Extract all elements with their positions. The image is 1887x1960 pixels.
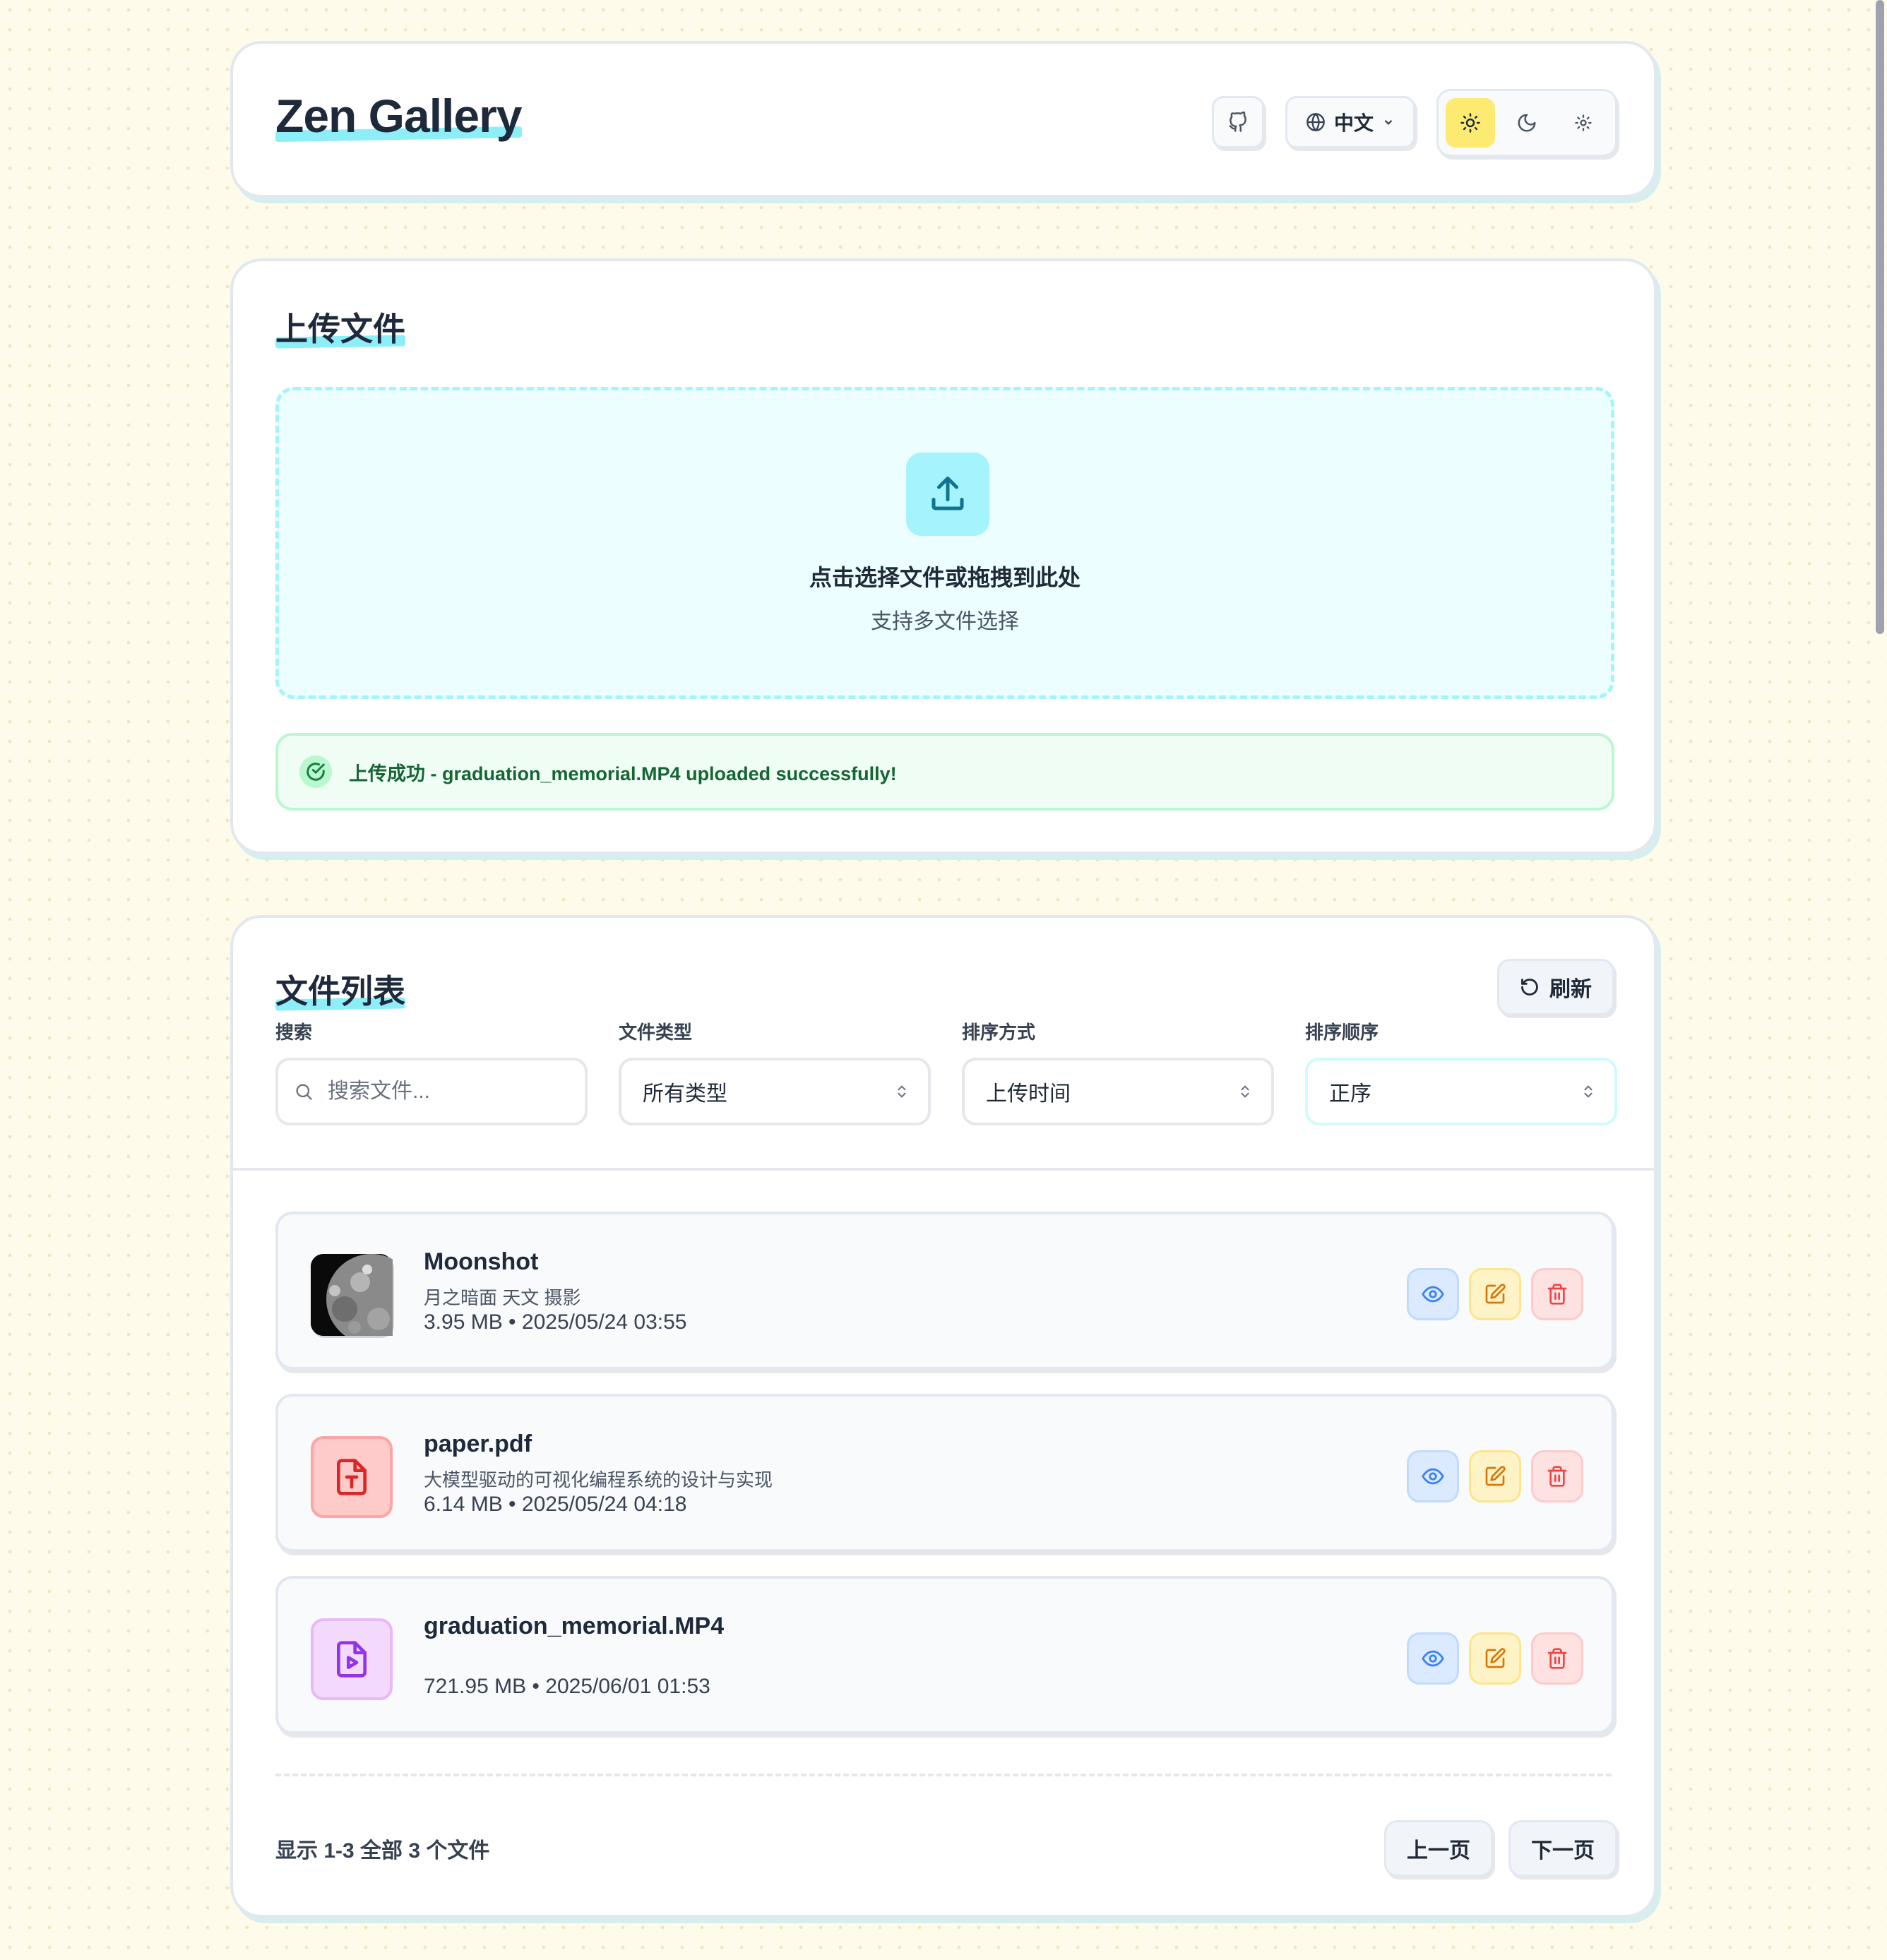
sort-order-select[interactable]: 正序 — [1305, 1058, 1617, 1125]
system-theme-icon — [1575, 114, 1592, 131]
delete-button[interactable] — [1531, 1268, 1583, 1320]
moon-icon — [1518, 114, 1536, 132]
sort-by-select[interactable]: 上传时间 — [962, 1058, 1274, 1125]
view-button[interactable] — [1407, 1632, 1459, 1685]
type-filter-label: 文件类型 — [619, 1022, 693, 1043]
view-button[interactable] — [1407, 1268, 1459, 1320]
edit-button[interactable] — [1469, 1268, 1521, 1320]
search-field — [275, 1058, 588, 1125]
eye-icon — [1422, 1650, 1444, 1667]
file-meta: 3.95 MB • 2025/05/24 03:55 — [424, 1310, 687, 1334]
trash-icon — [1547, 1284, 1567, 1305]
edit-icon — [1485, 1284, 1506, 1304]
refresh-label: 刷新 — [1549, 978, 1592, 1001]
theme-light-button[interactable] — [1446, 98, 1495, 148]
success-message: 上传成功 - graduation_memorial.MP4 uploaded … — [349, 763, 897, 784]
select-arrows-icon — [1584, 1085, 1593, 1098]
video-file-icon — [311, 1618, 393, 1700]
moon-photo-thumbnail — [311, 1254, 393, 1336]
upload-success-banner: 上传成功 - graduation_memorial.MP4 uploaded … — [275, 733, 1614, 811]
edit-button[interactable] — [1469, 1632, 1521, 1685]
file-row[interactable]: graduation_memorial.MP4 721.95 MB • 2025… — [275, 1576, 1614, 1734]
delete-button[interactable] — [1531, 1632, 1583, 1685]
view-button[interactable] — [1407, 1450, 1459, 1502]
filter-divider — [233, 1168, 1654, 1171]
sort-order-label: 排序顺序 — [1305, 1022, 1379, 1043]
search-input[interactable] — [326, 1079, 562, 1104]
file-meta: 721.95 MB • 2025/06/01 01:53 — [424, 1675, 710, 1698]
file-name: graduation_memorial.MP4 — [424, 1613, 725, 1639]
file-list-title: 文件列表 — [275, 966, 405, 1012]
sort-by-value: 上传时间 — [986, 1082, 1071, 1106]
check-circle-icon — [299, 755, 332, 788]
file-description: 大模型驱动的可视化编程系统的设计与实现 — [424, 1469, 773, 1490]
prev-page-button[interactable]: 上一页 — [1384, 1820, 1493, 1877]
eye-icon — [1422, 1468, 1444, 1485]
next-page-button[interactable]: 下一页 — [1508, 1820, 1617, 1877]
language-label: 中文 — [1333, 112, 1374, 134]
theme-dark-button[interactable] — [1502, 98, 1552, 148]
theme-switcher — [1436, 89, 1617, 157]
sort-order-value: 正序 — [1329, 1082, 1371, 1106]
trash-icon — [1547, 1648, 1567, 1669]
app-title: Zen Gallery — [275, 90, 522, 142]
file-name: Moonshot — [424, 1248, 539, 1275]
github-button[interactable] — [1212, 96, 1264, 148]
theme-system-button[interactable] — [1559, 98, 1608, 148]
dropzone-hint: 支持多文件选择 — [871, 610, 1019, 633]
refresh-button[interactable]: 刷新 — [1497, 959, 1614, 1015]
upload-icon — [931, 477, 964, 510]
upload-card: 上传文件 点击选择文件或拖拽到此处 支持多文件选择 上传成功 - graduat… — [230, 258, 1657, 854]
globe-icon — [1306, 113, 1325, 131]
file-list-card: 文件列表 刷新 搜索 文件类型 排序方式 排序顺序 所有类型 上传时间 正序 — [230, 915, 1657, 1918]
upload-section-title: 上传文件 — [275, 304, 405, 350]
eye-icon — [1422, 1286, 1444, 1303]
select-arrows-icon — [898, 1085, 906, 1098]
pdf-file-icon — [311, 1436, 393, 1518]
sun-icon — [1460, 113, 1480, 133]
header-card: Zen Gallery 中文 — [230, 41, 1657, 198]
language-selector[interactable]: 中文 — [1285, 96, 1415, 148]
delete-button[interactable] — [1531, 1450, 1583, 1502]
file-row[interactable]: paper.pdf 大模型驱动的可视化编程系统的设计与实现 6.14 MB • … — [275, 1394, 1614, 1552]
pagination-divider — [275, 1774, 1612, 1776]
search-label: 搜索 — [275, 1022, 313, 1043]
search-icon — [296, 1084, 312, 1100]
chevron-down-icon — [1384, 119, 1393, 125]
file-row[interactable]: Moonshot 月之暗面 天文 摄影 3.95 MB • 2025/05/24… — [275, 1212, 1614, 1370]
file-description: 月之暗面 天文 摄影 — [424, 1287, 581, 1308]
select-arrows-icon — [1241, 1085, 1249, 1098]
edit-icon — [1485, 1648, 1506, 1668]
file-meta: 6.14 MB • 2025/05/24 04:18 — [424, 1493, 687, 1516]
type-filter-value: 所有类型 — [643, 1082, 727, 1106]
upload-icon-box — [906, 453, 989, 536]
file-name: paper.pdf — [424, 1430, 532, 1457]
edit-button[interactable] — [1469, 1450, 1521, 1502]
refresh-icon — [1521, 979, 1538, 996]
trash-icon — [1547, 1466, 1567, 1487]
edit-icon — [1485, 1466, 1506, 1486]
file-dropzone[interactable]: 点击选择文件或拖拽到此处 支持多文件选择 — [275, 387, 1614, 699]
dropzone-instruction: 点击选择文件或拖拽到此处 — [809, 565, 1081, 590]
sort-by-label: 排序方式 — [962, 1022, 1036, 1043]
github-icon — [1229, 112, 1246, 132]
page-scrollbar[interactable] — [1876, 0, 1884, 634]
type-filter-select[interactable]: 所有类型 — [619, 1058, 931, 1125]
pagination-info: 显示 1-3 全部 3 个文件 — [275, 1839, 490, 1863]
